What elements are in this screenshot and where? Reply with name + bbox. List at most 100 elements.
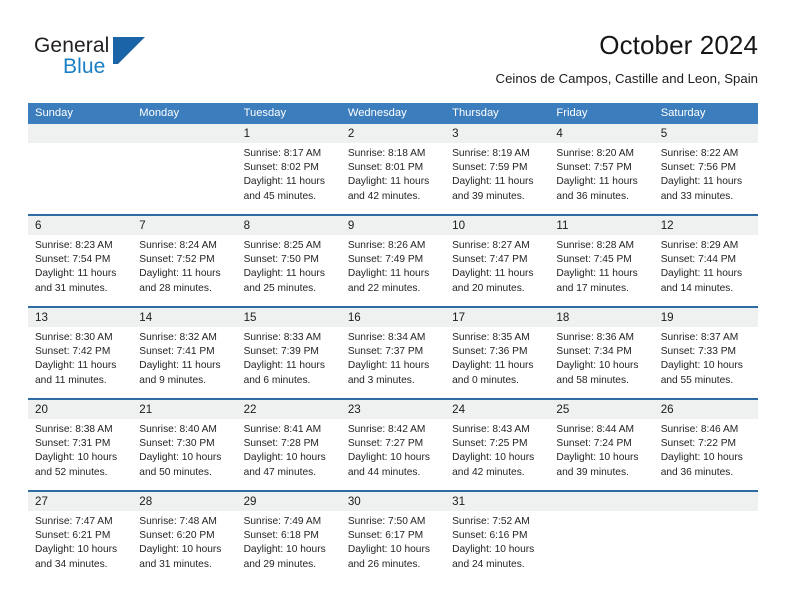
day-cell[interactable]: Sunrise: 7:50 AM Sunset: 6:17 PM Daylight:… [341, 511, 445, 582]
day-cell[interactable]: Sunrise: 8:24 AM Sunset: 7:52 PM Daylight:… [132, 235, 236, 306]
day-number[interactable]: 20 [28, 400, 132, 419]
day-number[interactable]: 14 [132, 308, 236, 327]
sunrise-text: Sunrise: 8:28 AM [556, 240, 634, 251]
daylight-text-cont: and 20 minutes. [452, 282, 525, 294]
day-number-empty [28, 124, 132, 143]
day-cell-empty [549, 511, 653, 582]
sunset-text: Sunset: 7:59 PM [452, 162, 528, 174]
day-number[interactable]: 6 [28, 216, 132, 235]
day-number[interactable]: 8 [237, 216, 341, 235]
day-cell[interactable]: Sunrise: 7:47 AM Sunset: 6:21 PM Daylight:… [28, 511, 132, 582]
day-cell[interactable]: Sunrise: 8:32 AM Sunset: 7:41 PM Daylight:… [132, 327, 236, 398]
day-number[interactable]: 13 [28, 308, 132, 327]
day-number[interactable]: 25 [549, 400, 653, 419]
day-number[interactable]: 12 [654, 216, 758, 235]
day-cell[interactable]: Sunrise: 8:18 AM Sunset: 8:01 PM Daylight:… [341, 143, 445, 214]
daylight-text: Daylight: 11 hours [452, 360, 534, 372]
day-number[interactable]: 24 [445, 400, 549, 419]
daylight-text-cont: and 17 minutes. [556, 282, 629, 294]
day-number[interactable]: 3 [445, 124, 549, 143]
daylight-text: Daylight: 11 hours [452, 268, 534, 280]
day-cell[interactable]: Sunrise: 8:36 AM Sunset: 7:34 PM Daylight:… [549, 327, 653, 398]
day-cell[interactable]: Sunrise: 8:43 AM Sunset: 7:25 PM Daylight:… [445, 419, 549, 490]
sunset-text: Sunset: 6:16 PM [452, 530, 528, 542]
day-cell[interactable]: Sunrise: 8:38 AM Sunset: 7:31 PM Daylight:… [28, 419, 132, 490]
day-cell[interactable]: Sunrise: 8:29 AM Sunset: 7:44 PM Daylight:… [654, 235, 758, 306]
day-cell[interactable]: Sunrise: 8:17 AM Sunset: 8:02 PM Daylight:… [237, 143, 341, 214]
day-cell[interactable]: Sunrise: 8:20 AM Sunset: 7:57 PM Daylight:… [549, 143, 653, 214]
day-cell[interactable]: Sunrise: 8:46 AM Sunset: 7:22 PM Daylight:… [654, 419, 758, 490]
day-number[interactable]: 9 [341, 216, 445, 235]
day-cell[interactable]: Sunrise: 8:22 AM Sunset: 7:56 PM Daylight:… [654, 143, 758, 214]
day-number[interactable]: 17 [445, 308, 549, 327]
week-date-band: 6 7 8 9 10 11 12 [28, 216, 758, 235]
sunset-text: Sunset: 7:30 PM [139, 438, 215, 450]
sunset-text: Sunset: 7:27 PM [347, 438, 424, 450]
daylight-text: Daylight: 11 hours [243, 176, 325, 188]
day-cell[interactable]: Sunrise: 8:41 AM Sunset: 7:28 PM Daylight:… [237, 419, 341, 490]
day-cell[interactable]: Sunrise: 8:27 AM Sunset: 7:47 PM Daylight:… [445, 235, 549, 306]
day-number[interactable]: 10 [445, 216, 549, 235]
daylight-text-cont: and 14 minutes. [660, 282, 734, 294]
day-number[interactable]: 15 [237, 308, 341, 327]
sunset-text: Sunset: 7:37 PM [347, 346, 424, 358]
day-cell[interactable]: Sunrise: 8:23 AM Sunset: 7:54 PM Daylight:… [28, 235, 132, 306]
day-number[interactable]: 2 [341, 124, 445, 143]
day-cell[interactable]: Sunrise: 8:34 AM Sunset: 7:37 PM Daylight:… [341, 327, 445, 398]
day-number[interactable]: 22 [237, 400, 341, 419]
sunset-text: Sunset: 6:17 PM [347, 530, 424, 542]
sunrise-text: Sunrise: 8:44 AM [556, 424, 634, 435]
sunset-text: Sunset: 7:22 PM [660, 438, 737, 450]
day-number[interactable]: 11 [549, 216, 653, 235]
sunrise-text: Sunrise: 8:17 AM [243, 148, 322, 159]
day-number[interactable]: 27 [28, 492, 132, 511]
day-number[interactable]: 28 [132, 492, 236, 511]
daylight-text-cont: and 50 minutes. [139, 466, 212, 478]
day-number[interactable]: 29 [237, 492, 341, 511]
sunrise-text: Sunrise: 8:18 AM [347, 148, 426, 159]
day-cell[interactable]: Sunrise: 8:42 AM Sunset: 7:27 PM Daylight:… [341, 419, 445, 490]
day-cell[interactable]: Sunrise: 7:48 AM Sunset: 6:20 PM Daylight:… [132, 511, 236, 582]
week-date-band: 12345 [28, 124, 758, 143]
day-number[interactable]: 31 [445, 492, 549, 511]
daylight-text: Daylight: 11 hours [139, 360, 221, 372]
sunset-text: Sunset: 7:47 PM [452, 254, 528, 266]
sunrise-text: Sunrise: 8:34 AM [347, 332, 426, 343]
brand-logo[interactable]: General Blue [34, 34, 164, 88]
day-number[interactable]: 5 [654, 124, 758, 143]
day-number[interactable]: 23 [341, 400, 445, 419]
daylight-text: Daylight: 11 hours [556, 268, 638, 280]
sunset-text: Sunset: 7:56 PM [660, 162, 737, 174]
day-cell[interactable]: Sunrise: 8:33 AM Sunset: 7:39 PM Daylight:… [237, 327, 341, 398]
day-number[interactable]: 1 [237, 124, 341, 143]
day-cell[interactable]: Sunrise: 8:35 AM Sunset: 7:36 PM Daylight:… [445, 327, 549, 398]
day-cell[interactable]: Sunrise: 8:37 AM Sunset: 7:33 PM Daylight:… [654, 327, 758, 398]
day-number[interactable]: 21 [132, 400, 236, 419]
day-cell[interactable]: Sunrise: 8:26 AM Sunset: 7:49 PM Daylight:… [341, 235, 445, 306]
day-cell[interactable]: Sunrise: 8:44 AM Sunset: 7:24 PM Daylight:… [549, 419, 653, 490]
sunrise-text: Sunrise: 8:20 AM [556, 148, 634, 159]
day-cell[interactable]: Sunrise: 7:49 AM Sunset: 6:18 PM Daylight:… [237, 511, 341, 582]
daylight-text: Daylight: 10 hours [243, 452, 326, 464]
sunrise-text: Sunrise: 7:50 AM [347, 516, 426, 527]
day-cell[interactable]: Sunrise: 8:30 AM Sunset: 7:42 PM Daylight:… [28, 327, 132, 398]
day-cell[interactable]: Sunrise: 8:40 AM Sunset: 7:30 PM Daylight:… [132, 419, 236, 490]
day-number[interactable]: 4 [549, 124, 653, 143]
day-cell[interactable]: Sunrise: 8:28 AM Sunset: 7:45 PM Daylight:… [549, 235, 653, 306]
day-number[interactable]: 19 [654, 308, 758, 327]
day-cell[interactable]: Sunrise: 7:52 AM Sunset: 6:16 PM Daylight:… [445, 511, 549, 582]
daylight-text-cont: and 34 minutes. [35, 558, 108, 570]
daylight-text: Daylight: 10 hours [139, 544, 222, 556]
daylight-text-cont: and 52 minutes. [35, 466, 108, 478]
day-number[interactable]: 30 [341, 492, 445, 511]
day-number[interactable]: 16 [341, 308, 445, 327]
week-detail-band: Sunrise: 7:47 AM Sunset: 6:21 PM Daylight:… [28, 511, 758, 582]
day-number[interactable]: 7 [132, 216, 236, 235]
day-cell[interactable]: Sunrise: 8:25 AM Sunset: 7:50 PM Daylight:… [237, 235, 341, 306]
calendar-weeks: 1 2 3 4 5 Sunrise: 8:17 AM Sunset: 8:02 PM Dayl… [28, 124, 758, 582]
day-cell[interactable]: Sunrise: 8:19 AM Sunset: 7:59 PM Daylight:… [445, 143, 549, 214]
day-number[interactable]: 26 [654, 400, 758, 419]
day-number[interactable]: 18 [549, 308, 653, 327]
sunrise-text: Sunrise: 8:27 AM [452, 240, 530, 251]
sunrise-text: Sunrise: 8:25 AM [243, 240, 322, 251]
